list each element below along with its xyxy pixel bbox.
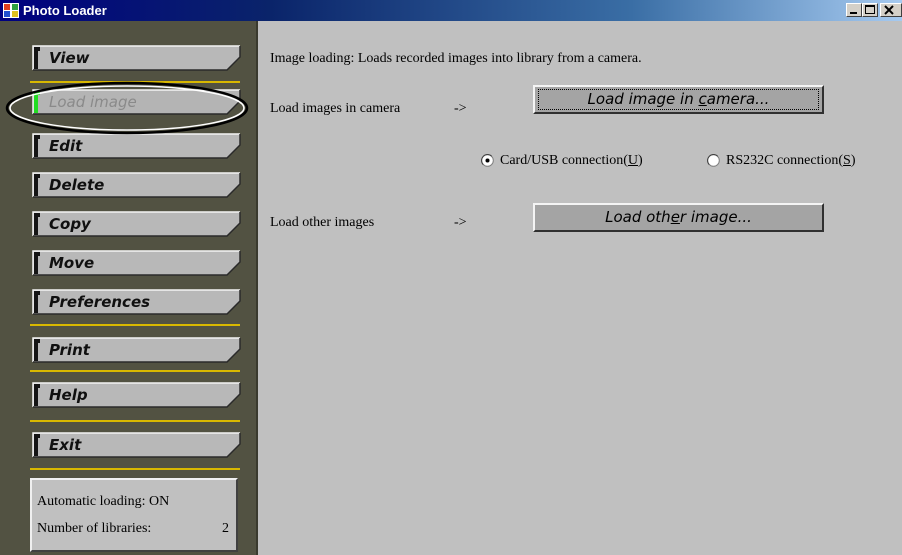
auto-loading-value: ON bbox=[148, 494, 170, 509]
other-button-text-pre: Load oth bbox=[605, 208, 671, 226]
minimize-icon bbox=[850, 12, 857, 14]
rs232c-radio[interactable] bbox=[707, 154, 720, 167]
libraries-row: Number of libraries: 2 bbox=[37, 519, 233, 539]
rs232c-accel: S bbox=[843, 153, 851, 168]
sidebar-item-label: Help bbox=[49, 386, 88, 404]
sidebar-item-label: Copy bbox=[49, 215, 91, 233]
sidebar-separator bbox=[30, 468, 240, 470]
rs232c-text-end: ) bbox=[850, 153, 856, 168]
sidebar-item-view[interactable]: View bbox=[30, 45, 241, 71]
auto-loading-row: Automatic loading: ON bbox=[37, 492, 227, 512]
description-text: Image loading: Loads recorded images int… bbox=[270, 51, 642, 66]
card-usb-radio[interactable] bbox=[481, 154, 494, 167]
photo-loader-app-icon[interactable] bbox=[3, 3, 19, 18]
focus-rect bbox=[538, 89, 819, 110]
sidebar-item-label: Exit bbox=[49, 436, 82, 454]
sidebar-item-print[interactable]: Print bbox=[30, 337, 241, 363]
auto-loading-label: Automatic loading: bbox=[37, 494, 146, 509]
sidebar-item-label: Edit bbox=[49, 137, 83, 155]
sidebar-item-delete[interactable]: Delete bbox=[30, 172, 241, 198]
libraries-label: Number of libraries: bbox=[37, 521, 152, 536]
rs232c-label[interactable]: RS232C connection(S) bbox=[726, 152, 856, 170]
sidebar-separator bbox=[30, 370, 240, 372]
sidebar-item-edit[interactable]: Edit bbox=[30, 133, 241, 159]
sidebar-item-label: Print bbox=[49, 341, 90, 359]
sidebar-item-label: Preferences bbox=[49, 293, 151, 311]
sidebar-item-copy[interactable]: Copy bbox=[30, 211, 241, 237]
title-bar[interactable]: Photo Loader bbox=[0, 0, 902, 21]
maximize-icon bbox=[865, 5, 875, 14]
sidebar-item-label: View bbox=[49, 49, 90, 67]
card-usb-label[interactable]: Card/USB connection(U) bbox=[500, 152, 643, 170]
sidebar-separator bbox=[30, 420, 240, 422]
rs232c-text: RS232C connection( bbox=[726, 153, 844, 168]
card-usb-text: Card/USB connection( bbox=[500, 153, 628, 168]
sidebar-separator bbox=[30, 324, 240, 326]
radio-dot bbox=[485, 158, 490, 163]
sidebar-item-move[interactable]: Move bbox=[30, 250, 241, 276]
other-button-accel: e bbox=[670, 208, 680, 226]
sidebar-item-load-image[interactable]: Load image bbox=[30, 89, 241, 115]
camera-row-label: Load images in camera bbox=[270, 101, 401, 116]
sidebar-item-preferences[interactable]: Preferences bbox=[30, 289, 241, 315]
load-other-image-button[interactable]: Load other image... bbox=[533, 203, 824, 232]
card-usb-accel: U bbox=[627, 153, 639, 168]
close-icon bbox=[884, 5, 894, 15]
close-button[interactable] bbox=[880, 3, 902, 17]
sidebar-separator bbox=[30, 81, 240, 83]
other-row-label: Load other images bbox=[270, 215, 375, 230]
minimize-button[interactable] bbox=[846, 3, 862, 17]
sidebar-item-exit[interactable]: Exit bbox=[30, 432, 241, 458]
sidebar-item-help[interactable]: Help bbox=[30, 382, 241, 408]
other-button-text-post: r image... bbox=[679, 208, 752, 226]
load-image-in-camera-button[interactable]: Load image in camera... bbox=[533, 85, 824, 114]
status-panel: Automatic loading: ON Number of librarie… bbox=[30, 478, 238, 552]
sidebar-item-label: Load image bbox=[49, 93, 137, 111]
sidebar-item-label: Delete bbox=[49, 176, 105, 194]
libraries-value: 2 bbox=[222, 521, 229, 536]
camera-row-arrow: -> bbox=[454, 101, 467, 116]
window-title: Photo Loader bbox=[23, 3, 107, 18]
main-panel: Image loading: Loads recorded images int… bbox=[258, 21, 902, 555]
card-usb-text-end: ) bbox=[638, 153, 643, 168]
maximize-button[interactable] bbox=[862, 3, 878, 17]
sidebar-item-label: Move bbox=[49, 254, 95, 272]
other-row-arrow: -> bbox=[454, 215, 467, 230]
